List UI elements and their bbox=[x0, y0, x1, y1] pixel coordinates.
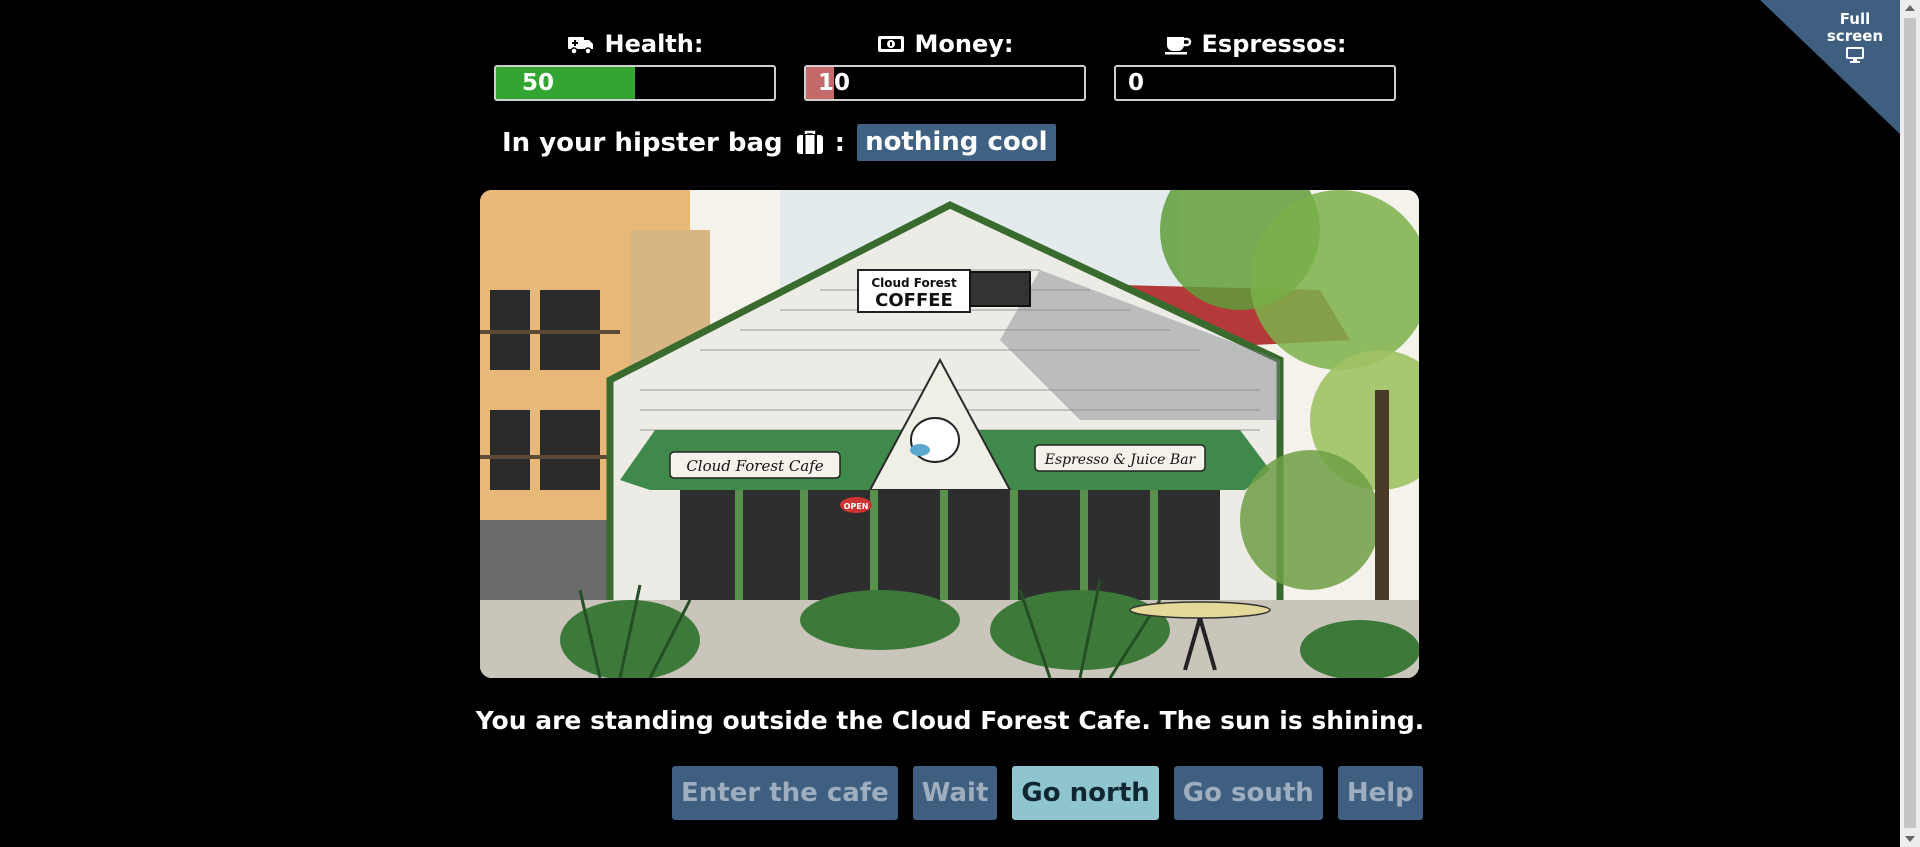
coffee-cup-icon bbox=[1164, 37, 1191, 55]
cafe-illustration: Cloud Forest COFFEE Cloud Forest Cafe Es… bbox=[480, 190, 1419, 678]
sign-top-text: Cloud Forest bbox=[871, 276, 957, 290]
ambulance-icon bbox=[567, 37, 593, 55]
espressos-label-row: Espressos: bbox=[1114, 26, 1396, 62]
narration-text: You are standing outside the Cloud Fores… bbox=[475, 706, 1425, 735]
open-sign-text: OPEN bbox=[844, 502, 869, 511]
health-stat: Health: 50 bbox=[494, 26, 776, 101]
health-label-row: Health: bbox=[494, 26, 776, 62]
health-label: Health: bbox=[604, 30, 704, 58]
money-label: Money: bbox=[914, 30, 1014, 58]
money-bill-icon bbox=[877, 36, 904, 52]
action-buttons: Enter the cafe Wait Go north Go south He… bbox=[672, 766, 1423, 820]
money-bar: 10 bbox=[804, 65, 1086, 101]
fullscreen-label-line1: Full bbox=[1839, 10, 1871, 28]
enter-cafe-button[interactable]: Enter the cafe bbox=[672, 766, 898, 820]
inventory-separator: : bbox=[834, 127, 846, 158]
awning-left-text: Cloud Forest Cafe bbox=[686, 457, 823, 475]
espressos-bar: 0 bbox=[1114, 65, 1396, 101]
scroll-up-arrow-icon[interactable] bbox=[1900, 0, 1920, 16]
fullscreen-corner[interactable]: Full screen bbox=[1760, 0, 1900, 134]
fullscreen-label-line2: screen bbox=[1826, 27, 1884, 45]
money-value: 10 bbox=[818, 70, 851, 96]
health-bar: 50 bbox=[494, 65, 776, 101]
game-stage: Health: 50 Money: 10 Espressos: 0 In you… bbox=[0, 0, 1900, 847]
health-value: 50 bbox=[522, 70, 555, 96]
vertical-scrollbar[interactable] bbox=[1900, 0, 1920, 847]
awning-right-text: Espresso & Juice Bar bbox=[1044, 452, 1197, 468]
money-label-row: Money: bbox=[804, 26, 1086, 62]
scrollbar-thumb[interactable] bbox=[1904, 18, 1916, 828]
espressos-label: Espressos: bbox=[1201, 30, 1347, 58]
monitor-icon bbox=[1846, 47, 1864, 63]
go-north-button[interactable]: Go north bbox=[1012, 766, 1159, 820]
inventory-row: In your hipster bag : nothing cool bbox=[502, 124, 1056, 161]
scene-image: Cloud Forest COFFEE Cloud Forest Cafe Es… bbox=[480, 190, 1419, 678]
go-south-button[interactable]: Go south bbox=[1173, 766, 1323, 820]
help-button[interactable]: Help bbox=[1337, 766, 1423, 820]
sign-bottom-text: COFFEE bbox=[875, 290, 953, 311]
inventory-item: nothing cool bbox=[857, 124, 1056, 161]
suitcase-icon bbox=[796, 130, 823, 154]
inventory-label: In your hipster bag bbox=[502, 127, 783, 158]
fullscreen-button[interactable]: Full screen bbox=[1818, 11, 1892, 63]
wait-button[interactable]: Wait bbox=[912, 766, 998, 820]
espressos-stat: Espressos: 0 bbox=[1114, 26, 1396, 101]
scroll-down-arrow-icon[interactable] bbox=[1900, 831, 1920, 847]
espressos-value: 0 bbox=[1128, 70, 1145, 96]
money-stat: Money: 10 bbox=[804, 26, 1086, 101]
